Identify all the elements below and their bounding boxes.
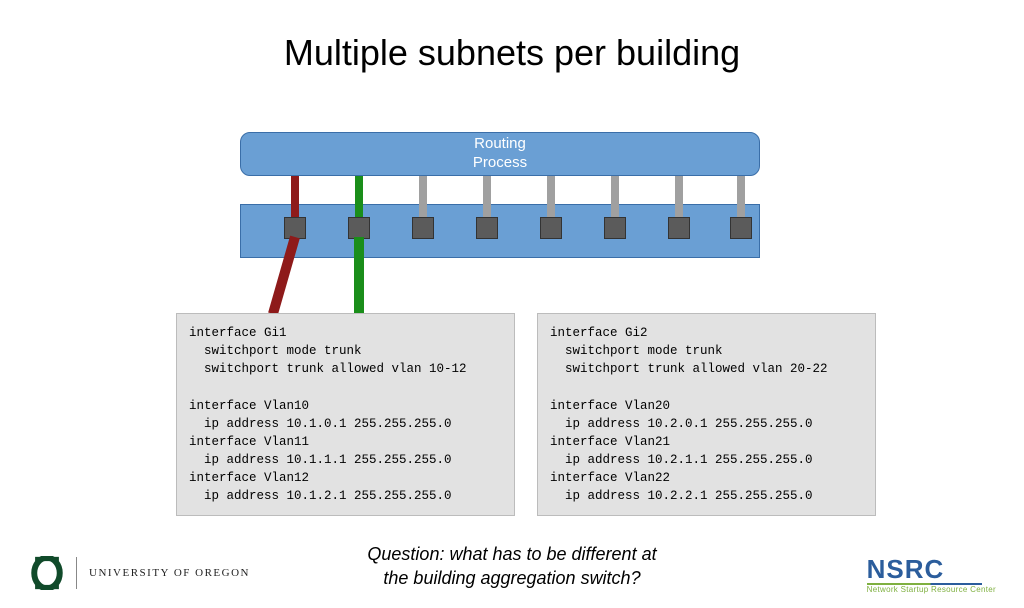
switch-port-8	[730, 217, 752, 239]
uplink-3	[419, 176, 427, 217]
footer-divider	[76, 557, 77, 589]
footer-right: NSRC Network Startup Resource Center	[867, 556, 996, 594]
footer-left: UNIVERSITY OF OREGON	[30, 556, 250, 590]
uplink-5	[547, 176, 555, 217]
config-boxes: interface Gi1 switchport mode trunk swit…	[176, 313, 876, 516]
downlink-2	[354, 237, 364, 317]
uo-logo-icon	[30, 556, 64, 590]
uplink-8	[737, 176, 745, 217]
uo-text: UNIVERSITY OF OREGON	[89, 567, 250, 579]
routing-process-label: Routing Process	[473, 135, 527, 173]
uplink-6	[611, 176, 619, 217]
nsrc-logo-text: NSRC	[867, 556, 996, 582]
uplink-4	[483, 176, 491, 217]
routing-process-box: Routing Process	[240, 132, 760, 176]
uplink-7	[675, 176, 683, 217]
config-right: interface Gi2 switchport mode trunk swit…	[537, 313, 876, 516]
config-left: interface Gi1 switchport mode trunk swit…	[176, 313, 515, 516]
network-diagram: Routing Process	[240, 132, 760, 302]
uplink-2	[355, 176, 363, 217]
slide-title: Multiple subnets per building	[0, 32, 1024, 74]
switch-port-1	[284, 217, 306, 239]
switch-port-5	[540, 217, 562, 239]
switch-port-4	[476, 217, 498, 239]
uplink-1	[291, 176, 299, 217]
switch-port-3	[412, 217, 434, 239]
nsrc-subtext: Network Startup Resource Center	[867, 585, 996, 594]
switch-port-2	[348, 217, 370, 239]
switch-port-6	[604, 217, 626, 239]
switch-port-7	[668, 217, 690, 239]
